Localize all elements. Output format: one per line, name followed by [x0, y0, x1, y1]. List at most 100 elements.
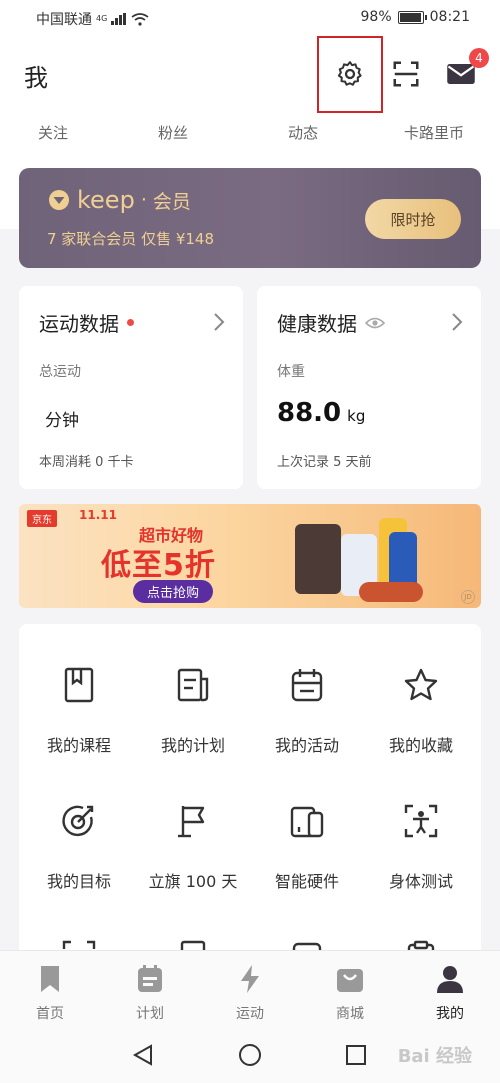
last-record: 上次记录 5 天前 — [277, 455, 372, 470]
wifi-icon — [131, 12, 149, 26]
message-count-badge: 4 — [469, 48, 489, 68]
grid-item-label: 立旗 100 天 — [148, 872, 238, 891]
tab-home[interactable]: 首页 — [0, 965, 100, 1023]
grid-item-label: 我的收藏 — [388, 736, 453, 755]
jd-watermark: JD — [461, 590, 475, 604]
body-scan-icon — [404, 804, 438, 838]
grid-item-label: 我的活动 — [274, 736, 339, 755]
network-type: 4G — [96, 14, 108, 23]
keep-logo-icon — [49, 190, 69, 210]
membership-description: 7 家联合会员 仅售 ¥148 — [47, 230, 215, 248]
plan-calendar-icon — [138, 965, 162, 992]
membership-brand: keep · 会员 — [47, 186, 191, 214]
stat-follow[interactable]: 关注 — [38, 122, 68, 143]
health-data-title: 健康数据 — [277, 312, 357, 336]
battery-percent: 98% — [360, 9, 392, 25]
health-data-title-row: 健康数据 — [277, 308, 385, 337]
recents-icon[interactable] — [344, 1043, 368, 1067]
membership-banner[interactable]: keep · 会员 7 家联合会员 仅售 ¥148 限时抢 — [19, 168, 481, 268]
promo-discount: 低至5折 — [101, 548, 216, 583]
stat-calories[interactable]: 卡路里币 — [404, 122, 464, 143]
tab-label: 运动 — [236, 1006, 264, 1022]
grid-item-favorites[interactable]: 我的收藏 — [364, 664, 478, 756]
device-icon — [290, 806, 324, 838]
user-icon — [437, 966, 463, 993]
tab-me[interactable]: 我的 — [400, 965, 500, 1023]
settings-button[interactable] — [330, 54, 370, 94]
target-icon — [62, 805, 94, 837]
tab-plan[interactable]: 计划 — [100, 965, 200, 1023]
event-logo: 11.11 — [79, 508, 117, 522]
weekly-calories: 本周消耗 0 千卡 — [39, 455, 134, 470]
tab-label: 计划 — [136, 1006, 164, 1022]
product-image — [295, 524, 341, 594]
scan-icon — [393, 61, 419, 87]
product-image — [389, 532, 417, 588]
grid-item-flag-100-days[interactable]: 立旗 100 天 — [136, 800, 250, 892]
tab-store[interactable]: 商城 — [300, 965, 400, 1023]
weight-label: 体重 — [277, 364, 305, 380]
bookmark-icon — [41, 966, 59, 992]
signal-icon — [111, 13, 127, 25]
sport-data-title: 运动数据 — [39, 312, 119, 336]
battery-icon — [397, 10, 427, 24]
grid-item-activities[interactable]: 我的活动 — [250, 664, 364, 756]
star-icon — [404, 668, 438, 701]
weight-value: 88.0 — [277, 398, 342, 428]
weight-unit: kg — [347, 407, 366, 425]
member-dot: · — [140, 189, 147, 211]
grid-item-body-test[interactable]: 身体测试 — [364, 800, 478, 892]
grid-item-label: 我的计划 — [160, 736, 225, 755]
chevron-right-icon — [452, 313, 463, 331]
health-data-card[interactable]: 健康数据 体重 88.0 kg 上次记录 5 天前 — [257, 286, 481, 489]
member-label: 会员 — [152, 190, 191, 213]
sport-data-card[interactable]: 运动数据 总运动 分钟 本周消耗 0 千卡 — [19, 286, 243, 489]
lightning-icon — [241, 965, 259, 993]
carrier-label: 中国联通 — [36, 12, 92, 28]
shopping-bag-icon — [337, 969, 363, 992]
profile-header: 我 4 — [0, 36, 500, 114]
system-nav-bar: Bai 经验 — [0, 1028, 500, 1083]
document-icon — [177, 668, 209, 702]
grid-item-courses[interactable]: 我的课程 — [22, 664, 136, 756]
clock: 08:21 — [429, 9, 470, 25]
stat-feed[interactable]: 动态 — [288, 122, 318, 143]
weight-reading: 88.0 kg — [277, 398, 365, 428]
brand-name: keep — [77, 186, 135, 214]
product-image — [359, 582, 423, 602]
stat-fans[interactable]: 粉丝 — [158, 122, 188, 143]
grid-item-label: 智能硬件 — [274, 872, 339, 891]
limited-offer-button[interactable]: 限时抢 — [365, 199, 461, 239]
grid-item-label: 我的课程 — [46, 736, 111, 755]
flag-icon — [178, 806, 205, 838]
back-icon[interactable] — [131, 1043, 155, 1067]
new-dot-indicator — [127, 319, 134, 326]
tab-label: 首页 — [36, 1006, 64, 1022]
eye-icon[interactable] — [365, 316, 385, 330]
grid-item-smart-hardware[interactable]: 智能硬件 — [250, 800, 364, 892]
function-grid: 我的课程 我的计划 我的活动 我的收藏 我的目标 立旗 100 天 智能硬件 身… — [19, 624, 481, 964]
store-logo: 京东 — [27, 510, 57, 527]
scan-button[interactable] — [386, 54, 426, 94]
buy-now-button[interactable]: 点击抢购 — [133, 580, 214, 603]
chevron-right-icon — [214, 313, 225, 331]
page-title: 我 — [24, 64, 48, 92]
calendar-icon — [291, 669, 323, 702]
exercise-unit: 分钟 — [45, 411, 79, 431]
grid-item-plans[interactable]: 我的计划 — [136, 664, 250, 756]
bookmark-book-icon — [64, 667, 94, 703]
status-bar: 中国联通 4G 98% 08:21 — [0, 0, 500, 36]
profile-stats: 关注 粉丝 动态 卡路里币 — [0, 114, 500, 154]
grid-item-label: 身体测试 — [388, 872, 453, 891]
tab-label: 我的 — [436, 1006, 464, 1022]
promo-banner[interactable]: 京东 11.11 超市好物 低至5折 点击抢购 JD — [19, 504, 481, 608]
messages-button[interactable]: 4 — [441, 48, 489, 94]
home-icon[interactable] — [238, 1043, 262, 1067]
gear-icon — [337, 61, 362, 86]
tab-sport[interactable]: 运动 — [200, 965, 300, 1023]
tab-label: 商城 — [336, 1006, 364, 1022]
watermark: Bai 经验 — [397, 1046, 472, 1067]
grid-item-goals[interactable]: 我的目标 — [22, 800, 136, 892]
total-exercise-label: 总运动 — [39, 364, 81, 380]
grid-item-label: 我的目标 — [46, 872, 111, 891]
